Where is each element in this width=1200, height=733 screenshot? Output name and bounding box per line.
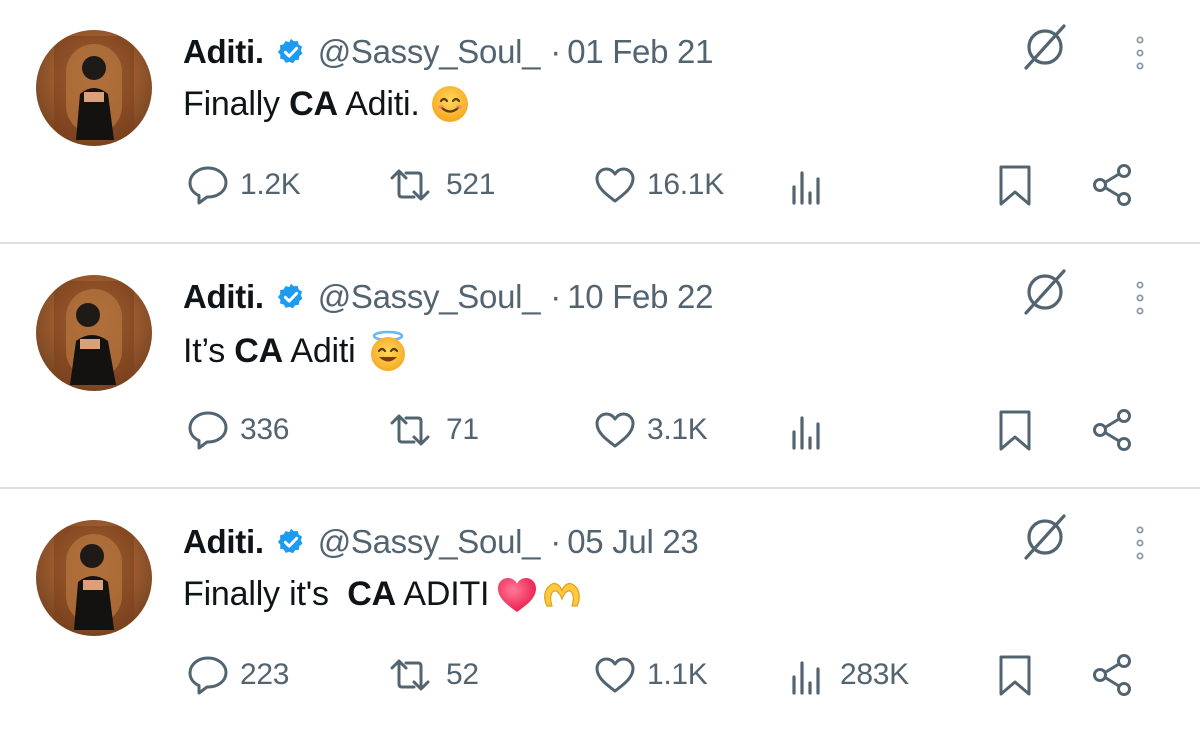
tweet-divider (0, 242, 1200, 244)
more-icon[interactable] (1130, 34, 1150, 74)
display-name[interactable]: Aditi. (183, 278, 264, 316)
like-button[interactable]: 1.1K (593, 650, 708, 700)
tweet-text-suffix: ADITI (396, 574, 490, 613)
separator-dot: · (550, 523, 562, 560)
like-count: 3.1K (647, 413, 708, 446)
bookmark-icon (999, 165, 1031, 206)
reply-count: 223 (240, 658, 290, 691)
grok-icon[interactable] (1018, 510, 1072, 564)
bookmark-icon (999, 410, 1031, 451)
verified-badge-icon (277, 528, 303, 554)
like-button[interactable]: 16.1K (593, 160, 724, 210)
verified-badge-icon (277, 283, 303, 309)
bookmark-button[interactable] (993, 405, 1037, 455)
views-button[interactable]: 283K (786, 650, 909, 700)
like-count: 1.1K (647, 658, 708, 691)
retweet-button[interactable]: 71 (384, 405, 479, 455)
tweet-actions: 336 71 3.1K (0, 405, 1200, 455)
tweet-text-bold: CA (347, 574, 396, 613)
retweet-icon (390, 659, 430, 691)
reply-count: 336 (240, 413, 290, 446)
tweet-actions: 223 52 1.1K 283K (0, 650, 1200, 700)
more-icon[interactable] (1130, 524, 1150, 564)
share-icon (1093, 409, 1131, 451)
reply-button[interactable]: 223 (186, 650, 289, 700)
bookmark-button[interactable] (993, 160, 1037, 210)
like-icon (595, 167, 635, 203)
tweet-text-bold: CA (234, 331, 283, 370)
user-handle[interactable]: @Sassy_Soul_ (318, 33, 541, 71)
avatar[interactable] (36, 30, 152, 146)
bookmark-button[interactable] (993, 650, 1037, 700)
display-name[interactable]: Aditi. (183, 33, 264, 71)
views-button[interactable] (786, 405, 840, 455)
tweet-text-suffix: Aditi (283, 331, 356, 370)
tweet-text: Finally it's CA ADITI (183, 574, 583, 614)
smiling-face-emoji-icon (431, 86, 468, 122)
views-icon (792, 416, 820, 450)
avatar[interactable] (36, 275, 152, 391)
share-button[interactable] (1091, 405, 1135, 455)
tweet-header: Aditi. @Sassy_Soul_ · 10 Feb 22 (183, 273, 713, 321)
tweet-header: Aditi. @Sassy_Soul_ · 01 Feb 21 (183, 28, 713, 76)
reply-icon (188, 656, 228, 695)
share-icon (1093, 164, 1131, 206)
reply-icon (188, 411, 228, 450)
like-icon (595, 412, 635, 448)
tweet-text-suffix: Aditi. (337, 84, 420, 123)
tweet-text-bold: CA (289, 84, 338, 123)
bookmark-icon (999, 655, 1031, 696)
retweet-count: 521 (446, 168, 496, 201)
retweet-count: 52 (446, 658, 479, 691)
grok-icon[interactable] (1018, 265, 1072, 319)
user-handle[interactable]: @Sassy_Soul_ (318, 278, 541, 316)
tweet-header: Aditi. @Sassy_Soul_ · 05 Jul 23 (183, 518, 699, 566)
tweet-text-prefix: Finally (183, 84, 290, 123)
retweet-icon (390, 414, 430, 446)
tweet-actions: 1.2K 521 16.1K (0, 160, 1200, 210)
views-button[interactable] (786, 160, 840, 210)
retweet-button[interactable]: 521 (384, 160, 495, 210)
like-icon (595, 657, 635, 693)
grok-icon[interactable] (1018, 20, 1072, 74)
tweet[interactable]: Aditi. @Sassy_Soul_ · 10 Feb 22 It’s CA … (0, 245, 1200, 488)
tweet-text-prefix: Finally it's (183, 574, 348, 613)
user-handle[interactable]: @Sassy_Soul_ (318, 523, 541, 561)
separator-dot: · (550, 278, 562, 315)
halo-face-emoji-icon (370, 330, 405, 371)
view-count: 283K (840, 658, 909, 691)
like-button[interactable]: 3.1K (593, 405, 708, 455)
views-icon (792, 661, 820, 695)
share-button[interactable] (1091, 160, 1135, 210)
tweet-date[interactable]: 10 Feb 22 (567, 278, 713, 316)
verified-badge-icon (277, 38, 303, 64)
tweet-text-prefix: It’s (183, 331, 235, 370)
display-name[interactable]: Aditi. (183, 523, 264, 561)
share-icon (1093, 654, 1131, 696)
tweet-date[interactable]: 01 Feb 21 (567, 33, 713, 71)
retweet-icon (390, 169, 430, 201)
share-button[interactable] (1091, 650, 1135, 700)
tweet-text: It’s CA Aditi (183, 329, 410, 373)
views-icon (792, 171, 820, 205)
tweet-divider (0, 487, 1200, 489)
tweet-text: Finally CA Aditi. (183, 84, 470, 124)
reply-button[interactable]: 1.2K (186, 160, 301, 210)
more-icon[interactable] (1130, 279, 1150, 319)
tweet[interactable]: Aditi. @Sassy_Soul_ · 01 Feb 21 Finally … (0, 0, 1200, 243)
retweet-count: 71 (446, 413, 479, 446)
heart-hands-emoji-icon (544, 582, 581, 607)
reply-button[interactable]: 336 (186, 405, 289, 455)
separator-dot: · (550, 33, 562, 70)
retweet-button[interactable]: 52 (384, 650, 479, 700)
avatar[interactable] (36, 520, 152, 636)
tweet[interactable]: Aditi. @Sassy_Soul_ · 05 Jul 23 Finally … (0, 490, 1200, 733)
reply-icon (188, 166, 228, 205)
red-heart-emoji-icon (498, 578, 537, 612)
reply-count: 1.2K (240, 168, 301, 201)
timeline-feed: Aditi. @Sassy_Soul_ · 01 Feb 21 Finally … (0, 0, 1200, 727)
like-count: 16.1K (647, 168, 724, 201)
tweet-date[interactable]: 05 Jul 23 (567, 523, 699, 561)
